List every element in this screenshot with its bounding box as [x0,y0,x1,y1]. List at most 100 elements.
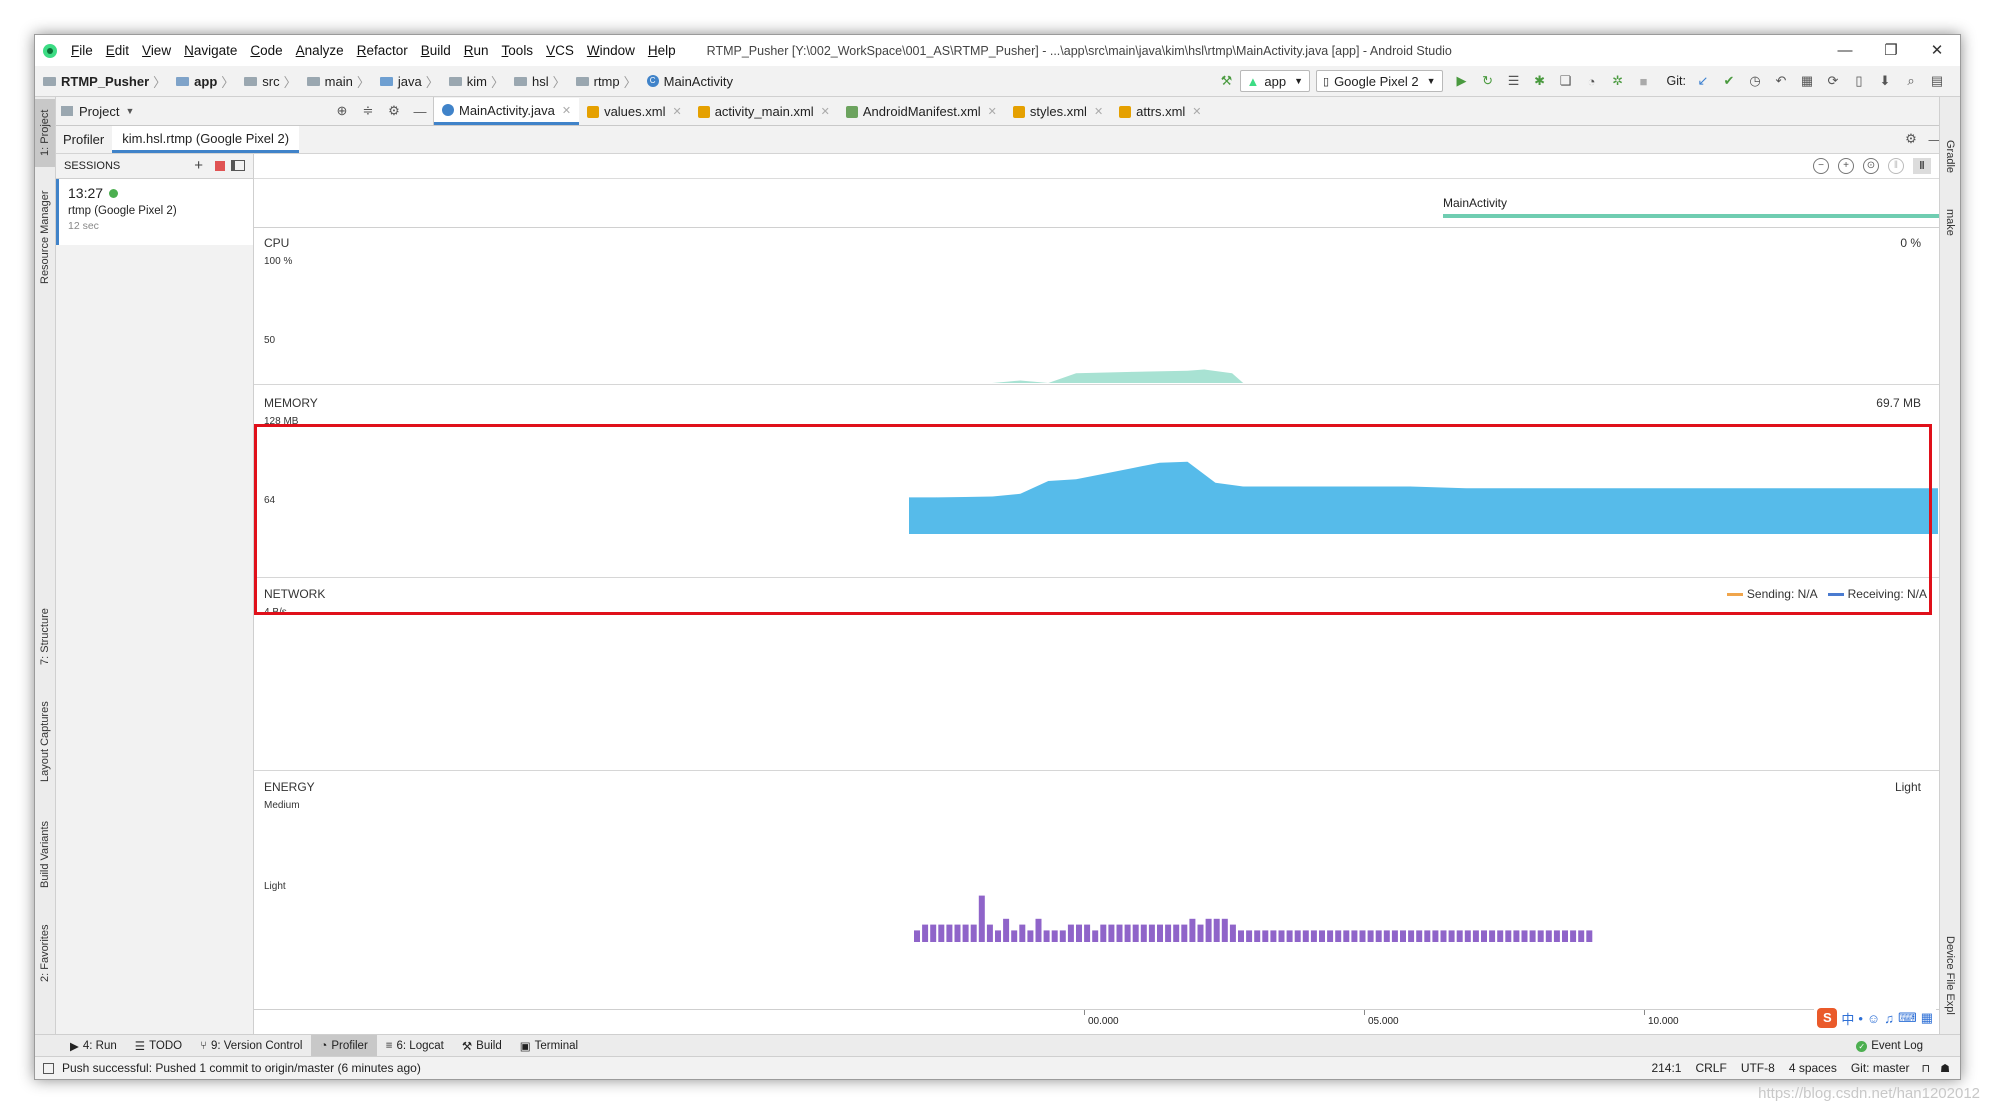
gear-icon[interactable]: ⚙ [1901,129,1921,149]
tool-build[interactable]: ⚒ Build [453,1035,511,1057]
gear-icon[interactable]: ⚙ [384,101,404,121]
git-revert-icon[interactable]: ↶ [1771,71,1791,91]
memory-panel[interactable]: MEMORY 69.7 MB 128 MB 64 [254,384,1939,578]
tool-build-variants[interactable]: Build Variants [35,807,55,902]
tab-file-0[interactable]: MainActivity.java ✕ [434,98,580,125]
minimize-button[interactable]: — [1822,35,1868,66]
vcs-branch[interactable]: Git: master [1851,1061,1910,1075]
breadcrumb-class[interactable]: C MainActivity [646,74,733,89]
tool-todo[interactable]: ☰ TODO [126,1035,191,1057]
close-tab-icon[interactable]: ✕ [1192,105,1201,118]
tool-gradle[interactable]: Gradle [1940,127,1960,187]
network-panel[interactable]: NETWORK 4 B/s Sending: N/A Receiving: N/… [254,577,1939,771]
caret-position[interactable]: 214:1 [1651,1061,1681,1075]
close-tab-icon[interactable]: ✕ [1094,105,1103,118]
tab-profiler[interactable]: Profiler [55,132,112,147]
menu-build[interactable]: Build [421,43,451,58]
menu-window[interactable]: Window [587,43,635,58]
tool-event-log[interactable]: ✓ Event Log [1847,1035,1932,1057]
locate-icon[interactable]: ⊕ [332,101,352,121]
tab-file-5[interactable]: attrs.xml ✕ [1111,98,1209,125]
tool-version-control[interactable]: ⑂ 9: Version Control [191,1035,311,1057]
debug-icon[interactable]: ✱ [1530,71,1550,91]
tool-structure[interactable]: 7: Structure [35,597,55,677]
profile-icon[interactable]: ◔ [1582,71,1602,91]
tool-layout-captures[interactable]: Layout Captures [35,687,55,797]
tab-file-2[interactable]: activity_main.xml ✕ [690,98,838,125]
sync-icon[interactable]: ⟳ [1823,71,1843,91]
tab-file-1[interactable]: values.xml ✕ [579,98,690,125]
tab-file-3[interactable]: AndroidManifest.xml ✕ [838,98,1005,125]
lock-icon[interactable]: ⊓ [1922,1062,1931,1075]
notification-icon[interactable]: ☗ [1940,1062,1950,1075]
menu-refactor[interactable]: Refactor [357,43,408,58]
menu-analyze[interactable]: Analyze [296,43,344,58]
menu-navigate[interactable]: Navigate [184,43,237,58]
energy-panel[interactable]: ENERGY Light Medium Light [254,770,1939,962]
timeline-axis[interactable]: 00.000 05.000 10.000 [254,1009,1939,1034]
git-history-icon[interactable]: ◷ [1745,71,1765,91]
tool-device-file-explorer[interactable]: Device File Expl [1940,927,1960,1023]
project-view-select[interactable]: Project [79,104,119,119]
tool-logcat[interactable]: ≡ 6: Logcat [377,1035,453,1057]
menu-code[interactable]: Code [250,43,282,58]
close-tab-icon[interactable]: ✕ [562,104,571,117]
git-update-icon[interactable]: ↙ [1693,71,1713,91]
breadcrumb-hsl[interactable]: hsl 〉 [513,72,572,91]
zoom-in-icon[interactable]: + [1838,158,1854,174]
session-item[interactable]: 13:27 rtmp (Google Pixel 2) 12 sec [56,179,253,245]
device-select[interactable]: ▯ Google Pixel 2 ▼ [1316,70,1443,92]
menu-view[interactable]: View [142,43,171,58]
tool-project[interactable]: 1: Project [35,99,55,167]
hammer-icon[interactable]: ⚒ [1217,71,1237,91]
coverage-icon[interactable]: ✲ [1608,71,1628,91]
run-config-select[interactable]: ▲ app ▼ [1239,70,1310,92]
indent-setting[interactable]: 4 spaces [1789,1061,1837,1075]
add-session-icon[interactable]: + [194,157,203,174]
tool-resource-manager[interactable]: Resource Manager [35,177,55,297]
cpu-panel[interactable]: CPU 0 % 100 % 50 [254,228,1939,385]
apply-code-icon[interactable]: ☰ [1504,71,1524,91]
ime-toolbar[interactable]: S 中 • ☺ ♫ ⌨ ▦ [1814,1007,1936,1029]
restore-button[interactable]: ❐ [1868,35,1914,66]
tool-terminal[interactable]: ▣ Terminal [511,1035,587,1057]
breadcrumb-src[interactable]: src 〉 [244,72,302,91]
collapse-panel-icon[interactable] [231,160,245,171]
menu-vcs[interactable]: VCS [546,43,574,58]
menu-edit[interactable]: Edit [106,43,129,58]
avd-manager-icon[interactable]: ▯ [1849,71,1869,91]
menu-tools[interactable]: Tools [502,43,534,58]
close-tab-icon[interactable]: ✕ [672,105,681,118]
tool-run[interactable]: ▶ 4: Run [61,1035,126,1057]
chevron-down-icon[interactable]: ▼ [125,106,134,116]
run-icon[interactable]: ▶ [1452,71,1472,91]
attach-icon[interactable]: ❏ [1556,71,1576,91]
search-icon[interactable]: ⌕ [1901,71,1921,91]
file-encoding[interactable]: UTF-8 [1741,1061,1775,1075]
close-button[interactable]: ✕ [1914,35,1960,66]
breadcrumb-module[interactable]: app 〉 [176,72,240,91]
stop-session-icon[interactable] [215,161,225,171]
tool-profiler[interactable]: ◔ Profiler [311,1035,377,1057]
menu-file[interactable]: File [71,43,93,58]
line-separator[interactable]: CRLF [1695,1061,1726,1075]
hide-icon[interactable]: — [410,101,430,121]
stop-icon[interactable]: ■ [1634,71,1654,91]
breadcrumb-rtmp[interactable]: rtmp 〉 [575,72,643,91]
tab-file-4[interactable]: styles.xml ✕ [1005,98,1111,125]
tool-favorites[interactable]: 2: Favorites [35,912,55,994]
pause-icon[interactable]: ‖ [1913,158,1931,174]
close-tab-icon[interactable]: ✕ [821,105,830,118]
status-message[interactable]: Push successful: Pushed 1 commit to orig… [62,1061,421,1075]
zoom-to-selection-icon[interactable]: ‖ [1888,158,1904,174]
menu-run[interactable]: Run [464,43,489,58]
breadcrumb-java[interactable]: java 〉 [379,72,445,91]
reset-zoom-icon[interactable]: ⊙ [1863,158,1879,174]
zoom-out-icon[interactable]: − [1813,158,1829,174]
sdk-manager-icon[interactable]: ⬇ [1875,71,1895,91]
breadcrumb-kim[interactable]: kim 〉 [448,72,510,91]
project-structure-icon[interactable]: ▦ [1797,71,1817,91]
collapse-icon[interactable]: ≑ [358,101,378,121]
tool-make[interactable]: make [1940,197,1960,247]
git-commit-icon[interactable]: ✔ [1719,71,1739,91]
